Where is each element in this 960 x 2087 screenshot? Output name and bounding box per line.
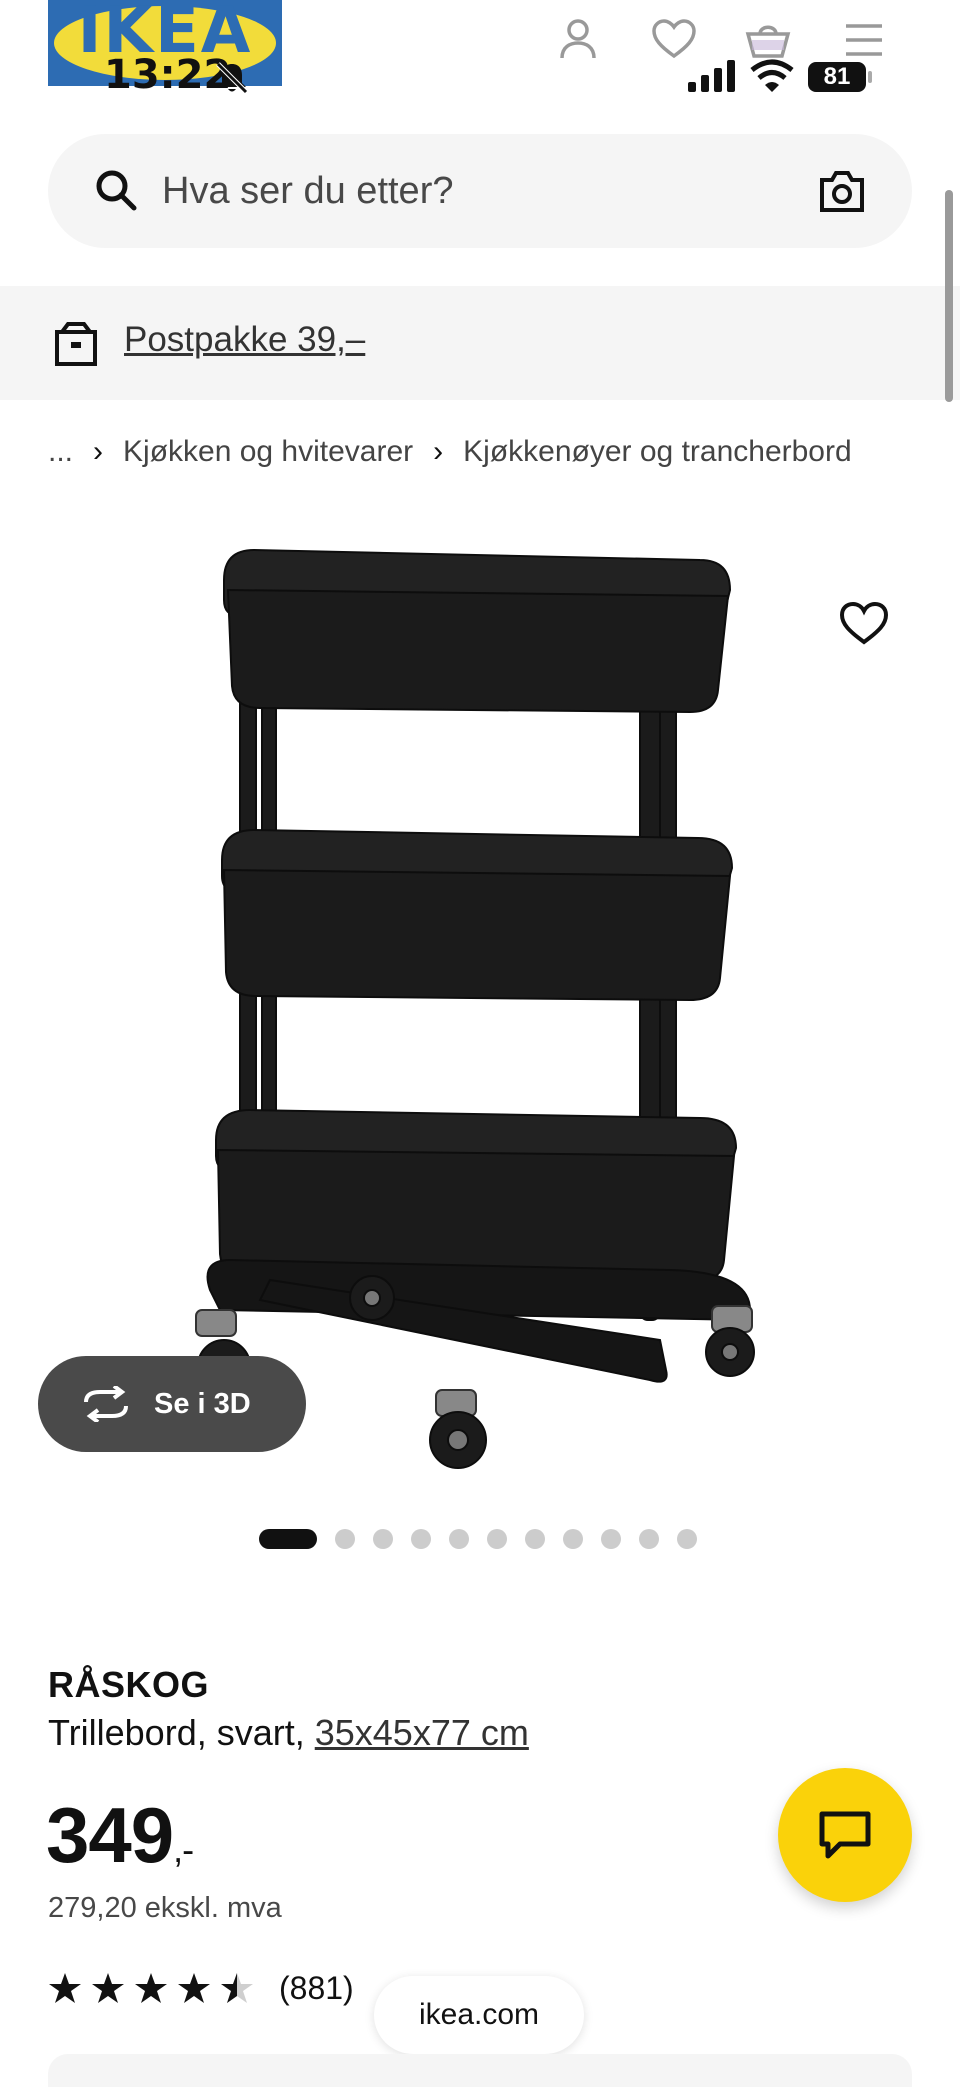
half-star-icon bbox=[221, 1973, 253, 2003]
carousel-dot-active[interactable] bbox=[259, 1529, 317, 1549]
price-value: 349 bbox=[46, 1791, 174, 1879]
search-placeholder: Hva ser du etter? bbox=[162, 170, 454, 212]
top-bar: IKEA 13:22 81 bbox=[0, 0, 960, 110]
search-icon bbox=[96, 170, 137, 211]
wifi-icon bbox=[750, 59, 794, 92]
status-time: 13:22 bbox=[104, 52, 232, 98]
carousel-dot[interactable] bbox=[335, 1529, 355, 1549]
carousel-dot[interactable] bbox=[487, 1529, 507, 1549]
price-ex-vat: 279,20 ekskl. mva bbox=[48, 1892, 282, 1924]
view-in-3d-label: Se i 3D bbox=[154, 1387, 251, 1420]
price-suffix: ,- bbox=[173, 1829, 194, 1870]
breadcrumb-item-kitchen[interactable]: Kjøkken og hvitevarer bbox=[123, 435, 413, 469]
image-carousel-indicator[interactable] bbox=[259, 1528, 715, 1550]
search-input[interactable]: Hva ser du etter? bbox=[48, 134, 912, 248]
carousel-dot[interactable] bbox=[677, 1529, 697, 1549]
heart-icon[interactable] bbox=[650, 16, 698, 64]
review-count: (881) bbox=[279, 1969, 354, 2006]
chevron-right-icon: › bbox=[433, 435, 444, 468]
camera-icon[interactable] bbox=[818, 168, 866, 214]
star-icon bbox=[92, 1973, 124, 2003]
chat-icon bbox=[819, 1811, 871, 1859]
product-description: Trillebord, svart, 35x45x77 cm bbox=[48, 1712, 529, 1754]
scrollbar[interactable] bbox=[945, 190, 953, 402]
favourite-heart-icon[interactable] bbox=[838, 598, 890, 650]
delivery-banner[interactable]: Postpakke 39,– bbox=[0, 286, 960, 400]
product-rating[interactable]: (881) bbox=[48, 1968, 354, 2008]
delivery-link[interactable]: Postpakke 39,– bbox=[124, 320, 365, 360]
signal-icon bbox=[688, 60, 735, 92]
product-name: RÅSKOG bbox=[48, 1664, 210, 1705]
chat-button[interactable] bbox=[778, 1768, 912, 1902]
basket-icon[interactable] bbox=[744, 16, 792, 64]
battery-tip bbox=[868, 71, 872, 83]
product-price: 349,- bbox=[46, 1790, 194, 1881]
product-type: Trillebord, svart, bbox=[48, 1712, 315, 1753]
battery-level: 81 bbox=[823, 63, 851, 90]
star-icon bbox=[49, 1973, 81, 2003]
view-in-3d-button[interactable]: Se i 3D bbox=[38, 1356, 306, 1452]
product-image[interactable] bbox=[150, 520, 810, 1480]
breadcrumb: ... › Kjøkken og hvitevarer › Kjøkkenøye… bbox=[48, 432, 852, 472]
carousel-dot[interactable] bbox=[411, 1529, 431, 1549]
breadcrumb-item-kitchen-islands[interactable]: Kjøkkenøyer og trancherbord bbox=[463, 435, 852, 469]
product-dimensions-link[interactable]: 35x45x77 cm bbox=[315, 1712, 529, 1753]
bell-off-icon bbox=[216, 62, 248, 94]
carousel-dot[interactable] bbox=[639, 1529, 659, 1549]
breadcrumb-ellipsis[interactable]: ... bbox=[48, 435, 73, 469]
parcel-icon bbox=[55, 322, 97, 366]
rotate-3d-icon bbox=[84, 1386, 128, 1422]
chevron-right-icon: › bbox=[93, 435, 104, 468]
carousel-dot[interactable] bbox=[449, 1529, 469, 1549]
browser-url-bar[interactable]: ikea.com bbox=[374, 1976, 584, 2054]
carousel-dot[interactable] bbox=[563, 1529, 583, 1549]
star-icon bbox=[135, 1973, 167, 2003]
carousel-dot[interactable] bbox=[525, 1529, 545, 1549]
star-icon bbox=[178, 1973, 210, 2003]
menu-icon[interactable] bbox=[840, 16, 888, 64]
battery-indicator: 81 bbox=[808, 58, 872, 94]
profile-icon[interactable] bbox=[554, 16, 602, 64]
carousel-dot[interactable] bbox=[601, 1529, 621, 1549]
carousel-dot[interactable] bbox=[373, 1529, 393, 1549]
next-section-card bbox=[48, 2054, 912, 2087]
